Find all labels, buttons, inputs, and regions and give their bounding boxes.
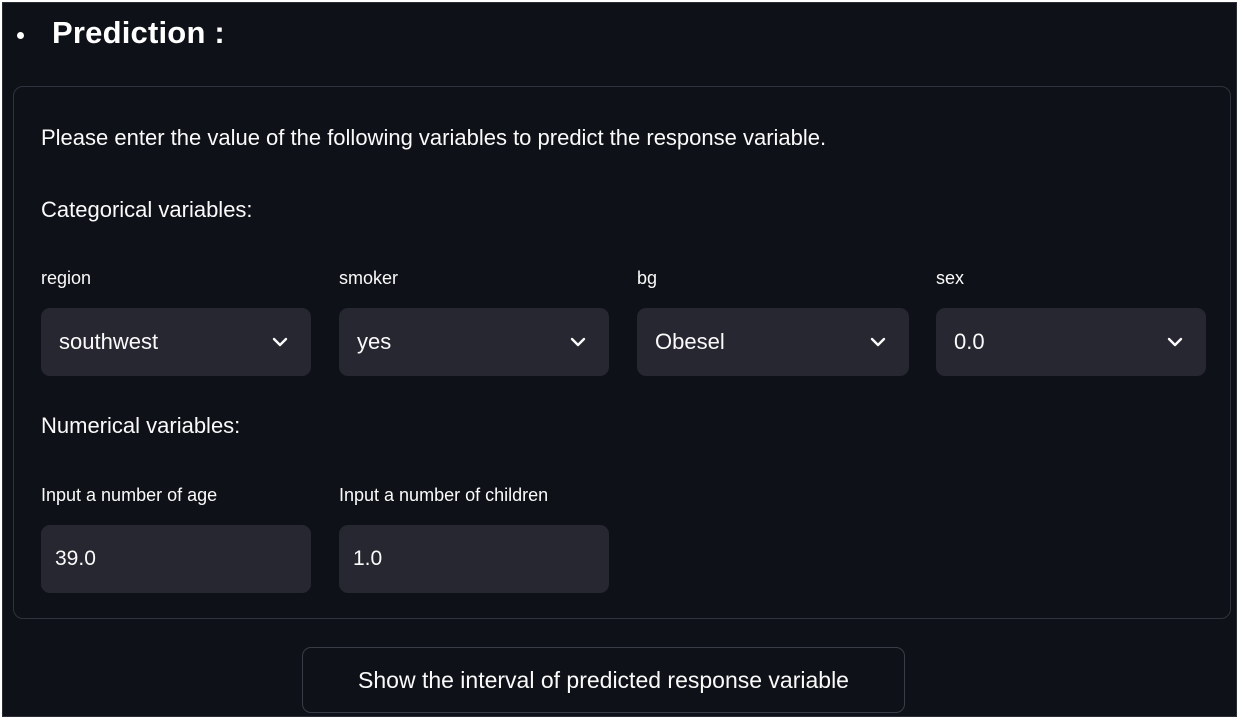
- region-label: region: [41, 268, 92, 288]
- sex-select-value: 0.0: [954, 329, 985, 354]
- show-interval-button[interactable]: Show the interval of predicted response …: [302, 647, 905, 713]
- age-input[interactable]: [41, 525, 311, 593]
- smoker-select[interactable]: yes: [339, 308, 609, 376]
- prediction-form: Please enter the value of the following …: [13, 86, 1231, 619]
- bg-select-value: Obesel: [655, 329, 725, 354]
- form-instructions: Please enter the value of the following …: [41, 125, 827, 150]
- age-label: Input a number of age: [41, 485, 218, 505]
- bg-select[interactable]: Obesel: [637, 308, 909, 376]
- numerical-section-label: Numerical variables:: [41, 413, 241, 438]
- children-input[interactable]: [339, 525, 609, 593]
- chevron-down-icon: [1166, 333, 1184, 351]
- region-select-value: southwest: [59, 329, 159, 354]
- smoker-label: smoker: [339, 268, 399, 288]
- bullet-icon: [17, 31, 24, 39]
- children-label: Input a number of children: [339, 485, 549, 505]
- sex-select[interactable]: 0.0: [936, 308, 1206, 376]
- app-window: Prediction : Please enter the value of t…: [2, 2, 1237, 717]
- chevron-down-icon: [569, 333, 587, 351]
- sex-label: sex: [936, 268, 965, 288]
- chevron-down-icon: [271, 333, 289, 351]
- chevron-down-icon: [869, 333, 887, 351]
- categorical-section-label: Categorical variables:: [41, 197, 253, 222]
- region-select[interactable]: southwest: [41, 308, 311, 376]
- page-title: Prediction :: [52, 15, 225, 50]
- smoker-select-value: yes: [357, 329, 392, 354]
- bg-label: bg: [637, 268, 658, 288]
- section-heading: Prediction :: [17, 15, 225, 51]
